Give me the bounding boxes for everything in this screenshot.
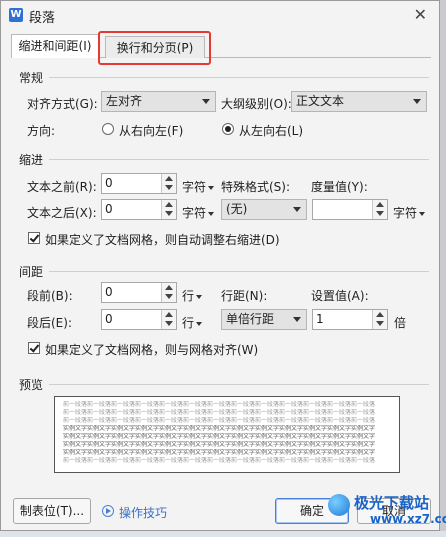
spin-up-icon[interactable] — [165, 202, 173, 207]
spin-up-icon[interactable] — [165, 312, 173, 317]
spacing-before-value: 0 — [105, 285, 113, 299]
indent-after-unit-select[interactable]: 字符 — [182, 204, 215, 221]
rtl-label: 从右向左(F) — [119, 124, 184, 138]
indent-before-unit-select[interactable]: 字符 — [182, 178, 215, 195]
outline-level-value: 正文文本 — [296, 94, 345, 108]
indent-before-label: 文本之前(R): — [27, 180, 97, 194]
indent-before-value: 0 — [105, 176, 113, 190]
section-divider — [49, 384, 429, 385]
auto-right-indent-label: 如果定义了文档网格，则自动调整右缩进(D) — [45, 233, 280, 247]
preview-prev-line: 前一段落前一段落前一段落前一段落前一段落前一段落前一段落前一段落前一段落前一段落… — [63, 457, 376, 464]
line-spacing-value: 单倍行距 — [226, 312, 275, 326]
spin-down-icon[interactable] — [165, 294, 173, 299]
direction-label: 方向: — [27, 124, 56, 138]
alignment-value: 左对齐 — [106, 94, 143, 108]
dialog-title: 段落 — [29, 11, 56, 26]
indent-before-input[interactable]: 0 — [101, 173, 177, 194]
preview-sample-line: 实例文字实例文字实例文字实例文字实例文字实例文字实例文字实例文字实例文字实例文字… — [63, 433, 376, 440]
spacing-before-unit-select[interactable]: 行 — [182, 287, 203, 304]
title-bar: W 段落 ✕ — [1, 1, 439, 29]
preview-sample-line: 实例文字实例文字实例文字实例文字实例文字实例文字实例文字实例文字实例文字实例文字… — [63, 449, 376, 456]
spinner-buttons[interactable] — [161, 200, 176, 219]
measure-input[interactable] — [312, 199, 388, 220]
tab-indent-spacing[interactable]: 缩进和间距(I) — [11, 34, 99, 58]
spin-down-icon[interactable] — [165, 211, 173, 216]
ltr-radio[interactable] — [222, 123, 234, 135]
section-general-title: 常规 — [19, 71, 44, 85]
spacing-before-label: 段前(B): — [27, 289, 73, 303]
wps-writer-icon: W — [9, 8, 23, 22]
section-divider — [49, 271, 429, 272]
outline-level-label: 大纲级别(O): — [221, 97, 292, 111]
setting-value-label: 设置值(A): — [311, 289, 369, 303]
site-logo-icon — [328, 494, 350, 516]
measure-label: 度量值(Y): — [311, 180, 368, 194]
indent-after-value: 0 — [105, 202, 113, 216]
close-icon[interactable]: ✕ — [414, 5, 427, 24]
spin-down-icon[interactable] — [376, 321, 384, 326]
outline-level-select[interactable]: 正文文本 — [291, 91, 427, 112]
spinner-buttons[interactable] — [372, 200, 387, 219]
spacing-after-unit-select[interactable]: 行 — [182, 314, 203, 331]
spacing-after-input[interactable]: 0 — [101, 309, 177, 330]
chevron-down-icon — [293, 317, 301, 322]
spinner-buttons[interactable] — [161, 283, 176, 302]
spin-down-icon[interactable] — [165, 321, 173, 326]
watermark-url: www.xz7.com — [370, 512, 446, 526]
spin-up-icon[interactable] — [376, 312, 384, 317]
auto-right-indent-checkbox[interactable] — [28, 232, 40, 244]
indent-after-label: 文本之后(X): — [27, 206, 97, 220]
preview-sample-line: 实例文字实例文字实例文字实例文字实例文字实例文字实例文字实例文字实例文字实例文字… — [63, 425, 376, 432]
spacing-after-value: 0 — [105, 312, 113, 326]
alignment-label: 对齐方式(G): — [27, 97, 98, 111]
spinner-buttons[interactable] — [372, 310, 387, 329]
ltr-label: 从左向右(L) — [239, 124, 304, 138]
preview-pane: 前一段落前一段落前一段落前一段落前一段落前一段落前一段落前一段落前一段落前一段落… — [54, 396, 400, 473]
section-divider — [49, 77, 429, 78]
spin-down-icon[interactable] — [376, 211, 384, 216]
chevron-down-icon — [202, 99, 210, 104]
play-circle-icon[interactable] — [102, 505, 114, 517]
paragraph-dialog: W 段落 ✕ 缩进和间距(I) 换行和分页(P) 常规 对齐方式(G): 左对齐… — [0, 0, 440, 531]
line-spacing-label: 行距(N): — [221, 289, 268, 303]
section-indent-title: 缩进 — [19, 153, 44, 167]
watermark-name: 极光下载站 — [354, 494, 430, 512]
tips-link[interactable]: 操作技巧 — [119, 504, 167, 521]
spin-up-icon[interactable] — [376, 202, 384, 207]
section-divider — [49, 159, 429, 160]
section-preview-title: 预览 — [19, 378, 44, 392]
special-format-select[interactable]: (无) — [221, 199, 307, 220]
spin-up-icon[interactable] — [165, 176, 173, 181]
line-spacing-select[interactable]: 单倍行距 — [221, 309, 307, 330]
spacing-after-label: 段后(E): — [27, 316, 72, 330]
section-spacing-title: 间距 — [19, 265, 44, 279]
setting-value: 1 — [316, 312, 324, 326]
snap-to-grid-label: 如果定义了文档网格，则与网格对齐(W) — [45, 343, 259, 357]
indent-after-input[interactable]: 0 — [101, 199, 177, 220]
setting-value-unit: 倍 — [394, 316, 407, 330]
preview-prev-line: 前一段落前一段落前一段落前一段落前一段落前一段落前一段落前一段落前一段落前一段落… — [63, 401, 376, 408]
chevron-down-icon — [293, 207, 301, 212]
spin-up-icon[interactable] — [165, 285, 173, 290]
tab-stops-button[interactable]: 制表位(T)... — [13, 498, 91, 524]
spinner-buttons[interactable] — [161, 310, 176, 329]
special-format-label: 特殊格式(S): — [221, 180, 291, 194]
special-format-value: (无) — [226, 202, 248, 216]
setting-value-input[interactable]: 1 — [312, 309, 388, 330]
spacing-before-input[interactable]: 0 — [101, 282, 177, 303]
snap-to-grid-checkbox[interactable] — [28, 342, 40, 354]
rtl-radio[interactable] — [102, 123, 114, 135]
spinner-buttons[interactable] — [161, 174, 176, 193]
alignment-select[interactable]: 左对齐 — [101, 91, 216, 112]
preview-prev-line: 前一段落前一段落前一段落前一段落前一段落前一段落前一段落前一段落前一段落前一段落… — [63, 417, 376, 424]
measure-unit-select[interactable]: 字符 — [393, 204, 426, 221]
preview-sample-line: 实例文字实例文字实例文字实例文字实例文字实例文字实例文字实例文字实例文字实例文字… — [63, 441, 376, 448]
preview-prev-line: 前一段落前一段落前一段落前一段落前一段落前一段落前一段落前一段落前一段落前一段落… — [63, 409, 376, 416]
chevron-down-icon — [413, 99, 421, 104]
spin-down-icon[interactable] — [165, 185, 173, 190]
highlight-annotation-box — [98, 31, 211, 65]
site-watermark: 极光下载站 www.xz7.com — [328, 490, 446, 534]
